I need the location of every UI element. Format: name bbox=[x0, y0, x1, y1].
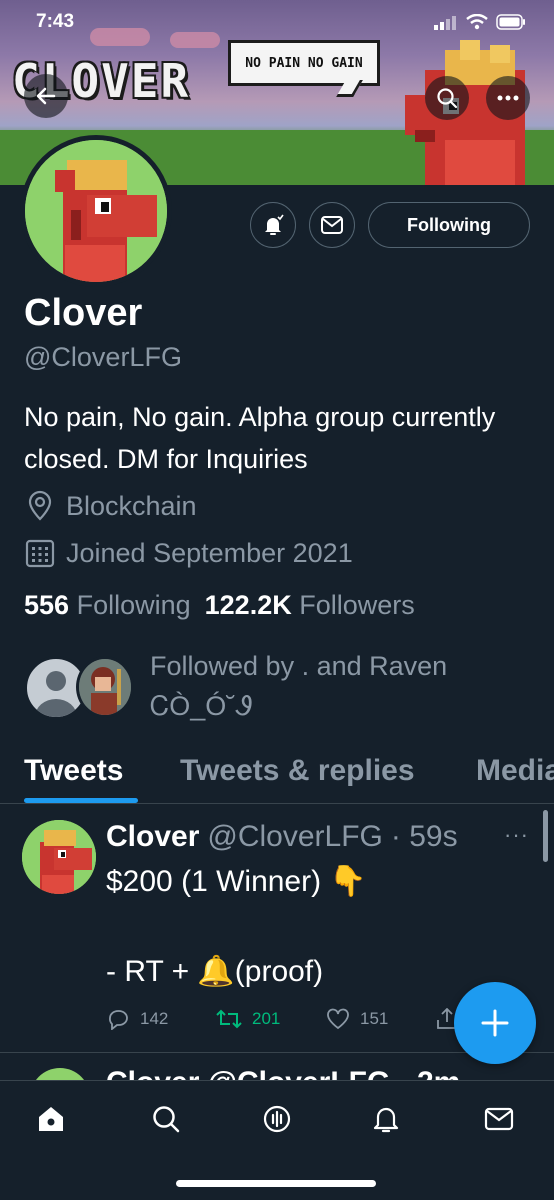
message-button[interactable] bbox=[309, 202, 355, 248]
bell-icon bbox=[265, 214, 284, 235]
retweet-icon bbox=[216, 1009, 242, 1029]
followers-link[interactable]: 122.2K Followers bbox=[205, 590, 415, 621]
home-indicator bbox=[176, 1180, 376, 1187]
spaces-icon bbox=[263, 1105, 291, 1133]
location-text: Blockchain bbox=[66, 490, 197, 521]
more-button[interactable] bbox=[486, 76, 530, 120]
profile-joined: Joined September 2021 bbox=[24, 537, 353, 569]
dragon-avatar-image bbox=[22, 820, 96, 894]
arrow-left-icon bbox=[36, 87, 56, 105]
character-avatar-image bbox=[79, 659, 131, 715]
tweet-avatar[interactable] bbox=[22, 820, 96, 894]
status-bar: 7:43 bbox=[0, 0, 554, 44]
like-button[interactable]: 151 bbox=[326, 1008, 436, 1030]
nav-messages[interactable] bbox=[481, 1101, 517, 1137]
profile-tabs: Tweets Tweets & replies Media bbox=[0, 748, 554, 804]
back-button[interactable] bbox=[24, 74, 68, 118]
tweet-header: Clover @CloverLFG · 59s bbox=[106, 820, 458, 854]
followed-by-avatars[interactable] bbox=[24, 656, 134, 720]
search-button[interactable] bbox=[425, 76, 469, 120]
search-icon bbox=[437, 88, 458, 109]
heart-icon bbox=[327, 1008, 349, 1030]
envelope-icon bbox=[321, 216, 343, 234]
profile-bio: No pain, No gain. Alpha group currently … bbox=[24, 402, 496, 474]
wifi-icon bbox=[466, 14, 488, 30]
reply-icon bbox=[109, 1010, 128, 1030]
battery-icon bbox=[496, 14, 525, 30]
following-label: Following bbox=[76, 590, 191, 620]
tweet-time: · 59s bbox=[390, 820, 458, 853]
tab-tweets[interactable]: Tweets bbox=[24, 754, 123, 788]
nav-notifications[interactable] bbox=[368, 1101, 404, 1137]
followers-count: 122.2K bbox=[204, 590, 292, 620]
nav-spaces[interactable] bbox=[259, 1101, 295, 1137]
reply-count: 142 bbox=[140, 1009, 169, 1028]
banner-dragon-image bbox=[405, 40, 525, 185]
nav-home[interactable] bbox=[33, 1101, 69, 1137]
messages-icon bbox=[484, 1107, 514, 1131]
tweet-author-name[interactable]: Clover bbox=[106, 820, 199, 854]
location-pin-icon bbox=[28, 490, 52, 521]
tweet-actions: 142 201 151 bbox=[106, 1008, 458, 1030]
retweet-button[interactable]: 201 bbox=[216, 1009, 326, 1029]
profile-avatar[interactable] bbox=[20, 135, 172, 287]
tweet-text-line: $200 (1 Winner) 👇 bbox=[106, 865, 367, 898]
tweet-more-button[interactable]: ··· bbox=[504, 822, 529, 848]
reply-button[interactable]: 142 bbox=[106, 1008, 216, 1030]
scrollbar[interactable] bbox=[543, 810, 548, 862]
next-tweet-header: Clover @CloverLFG · 2m bbox=[106, 1066, 460, 1080]
calendar-icon bbox=[25, 539, 55, 568]
profile-handle: @CloverLFG bbox=[24, 342, 182, 372]
dragon-avatar-image bbox=[25, 140, 167, 282]
followers-label: Followers bbox=[299, 590, 415, 620]
search-icon bbox=[153, 1106, 180, 1133]
tab-tweets-replies[interactable]: Tweets & replies bbox=[180, 754, 415, 788]
raven-avatar bbox=[76, 656, 134, 718]
profile-location: Blockchain bbox=[24, 490, 197, 522]
compose-tweet-button[interactable] bbox=[454, 982, 536, 1064]
tweet-text-line: - RT + 🔔(proof) bbox=[106, 955, 324, 988]
like-count: 151 bbox=[360, 1009, 389, 1028]
banner-speech-bubble: NO PAIN NO GAIN bbox=[228, 40, 380, 86]
following-link[interactable]: 556 Following bbox=[24, 590, 191, 621]
tab-media[interactable]: Media bbox=[476, 754, 554, 788]
nav-search[interactable] bbox=[148, 1101, 184, 1137]
following-count: 556 bbox=[24, 590, 70, 620]
signal-icon bbox=[434, 16, 456, 30]
home-icon bbox=[39, 1107, 63, 1131]
more-icon bbox=[497, 95, 519, 101]
following-button[interactable]: Following bbox=[368, 202, 530, 248]
follow-counts: 556 Following 122.2K Followers bbox=[24, 590, 415, 621]
tweet-author-handle[interactable]: @CloverLFG bbox=[207, 820, 383, 854]
followed-by-text[interactable]: Followed by . and Raven ᏟÒ_Ó˘Ꮽ bbox=[150, 646, 530, 726]
plus-icon bbox=[481, 1009, 509, 1037]
joined-text: Joined September 2021 bbox=[66, 537, 353, 568]
status-time: 7:43 bbox=[36, 11, 75, 32]
retweet-count: 201 bbox=[252, 1009, 281, 1028]
profile-name: Clover bbox=[24, 292, 143, 334]
notifications-icon bbox=[373, 1107, 399, 1133]
active-tab-indicator bbox=[24, 798, 138, 803]
notifications-toggle-button[interactable] bbox=[250, 202, 296, 248]
